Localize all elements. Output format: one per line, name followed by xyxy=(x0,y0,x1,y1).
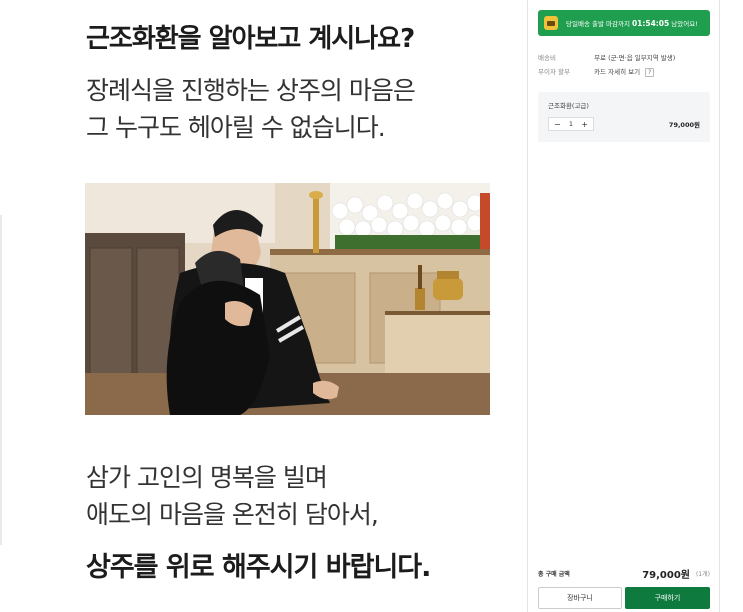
buy-now-button[interactable]: 구매하기 xyxy=(625,587,710,609)
shipping-fee-row: 배송비 무료 (군·면·읍 일부지역 발생) xyxy=(538,52,675,62)
banner-suffix: 남았어요! xyxy=(671,20,698,28)
section-heading: 근조화환을 알아보고 계시나요? xyxy=(86,24,415,54)
total-count: (1개) xyxy=(695,571,710,578)
intro-line-2: 그 누구도 헤아릴 수 없습니다. xyxy=(86,113,386,142)
selected-option: 근조화환(고급) − 1 + 79,000원 xyxy=(538,92,710,142)
product-detail-content: 근조화환을 알아보고 계시나요? 장례식을 진행하는 상주의 마음은 그 누구도… xyxy=(0,0,527,612)
quantity-value[interactable]: 1 xyxy=(569,120,573,128)
minus-icon[interactable]: − xyxy=(554,120,561,129)
right-margin xyxy=(720,0,743,612)
intro-line-1: 장례식을 진행하는 상주의 마음은 xyxy=(86,76,416,105)
closing-statement: 상주를 위로 해주시기 바랍니다. xyxy=(86,552,431,583)
help-icon[interactable]: ? xyxy=(645,68,655,77)
interest-free-label: 무이자 할부 xyxy=(538,68,570,76)
funeral-photo xyxy=(85,183,490,415)
delivery-truck-icon xyxy=(544,16,558,30)
shipping-fee-label: 배송비 xyxy=(538,54,556,62)
interest-free-row: 무이자 할부 카드 자세히 보기 ? xyxy=(538,66,655,77)
total-label: 총 구매 금액 xyxy=(538,571,570,578)
option-price: 79,000원 xyxy=(668,121,700,129)
banner-prefix: 당일배송 출발 마감까지 xyxy=(566,20,630,28)
funeral-scene-illustration xyxy=(85,183,490,415)
total-row: 총 구매 금액 79,000원 (1개) xyxy=(538,566,710,581)
condolence-line-2: 애도의 마음을 온전히 담아서, xyxy=(86,500,379,529)
option-name: 근조화환(고급) xyxy=(548,102,589,110)
add-to-cart-button[interactable]: 장바구니 xyxy=(538,587,622,609)
quantity-stepper: − 1 + xyxy=(548,117,594,131)
intro-paragraph: 장례식을 진행하는 상주의 마음은 그 누구도 헤아릴 수 없습니다. xyxy=(86,72,416,146)
shipping-fee-value: 무료 (군·면·읍 일부지역 발생) xyxy=(594,54,676,62)
countdown-timer: 01:54:05 xyxy=(631,18,670,28)
same-day-delivery-banner: 당일배송 출발 마감까지 01:54:05 남았어요! xyxy=(538,10,710,36)
card-details-link[interactable]: 카드 자세히 보기 xyxy=(594,68,640,76)
condolence-paragraph: 삼가 고인의 명복을 빌며 애도의 마음을 온전히 담아서, xyxy=(86,459,379,533)
condolence-line-1: 삼가 고인의 명복을 빌며 xyxy=(86,463,328,492)
purchase-panel: 당일배송 출발 마감까지 01:54:05 남았어요! 배송비 무료 (군·면·… xyxy=(527,0,720,612)
total-price: 79,000원 xyxy=(642,570,690,581)
plus-icon[interactable]: + xyxy=(581,120,588,129)
content-divider xyxy=(0,215,2,545)
